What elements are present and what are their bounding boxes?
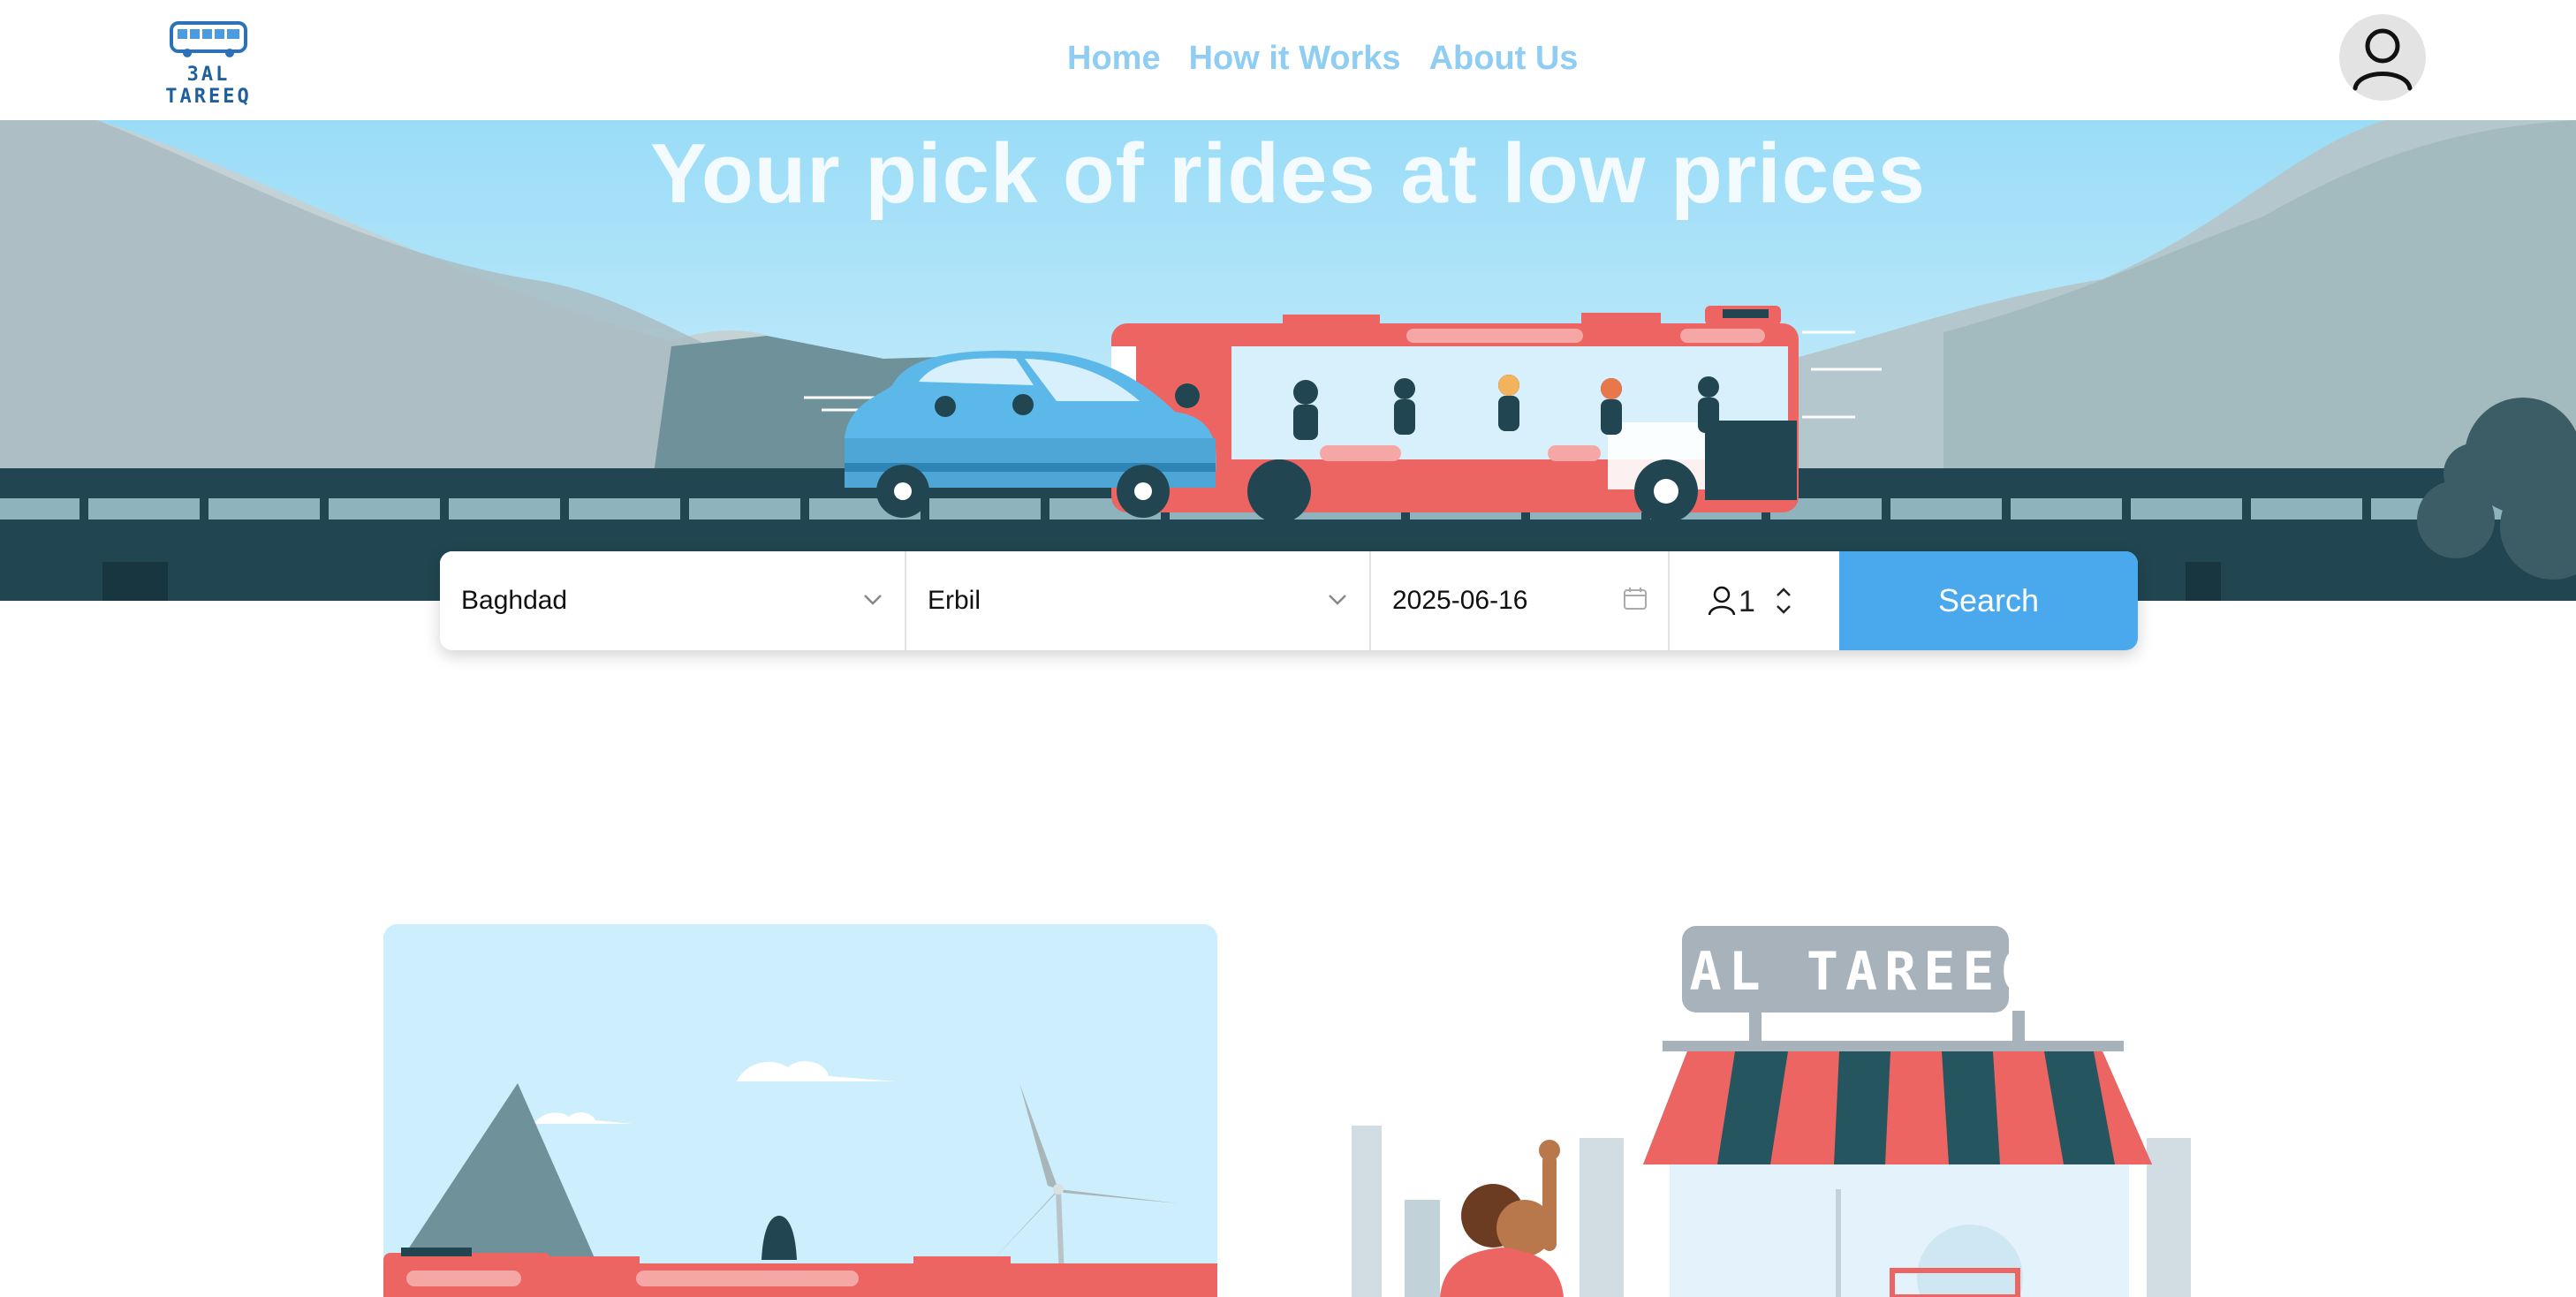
origin-select[interactable]: Baghdad xyxy=(440,551,906,650)
bus-station-illustration: 3AL TAREEQ xyxy=(1352,924,2200,1297)
date-value: 2025-06-16 xyxy=(1392,586,1528,615)
main-nav: Home How it Works About Us xyxy=(1067,32,1578,85)
nav-about-us-link[interactable]: About Us xyxy=(1429,40,1579,78)
user-icon xyxy=(2352,28,2413,91)
landscape-illustration xyxy=(383,924,1217,1297)
person-icon xyxy=(1708,586,1736,616)
logo[interactable]: 3AL TAREEQ xyxy=(148,19,269,108)
landscape-bus-image xyxy=(383,924,1217,1297)
passenger-count-input[interactable]: 1 xyxy=(1670,551,1839,650)
destination-select[interactable]: Erbil xyxy=(906,551,1371,650)
destination-value: Erbil xyxy=(928,586,981,615)
chevron-down-icon xyxy=(1329,595,1346,605)
chevron-down-icon xyxy=(864,595,882,605)
calendar-icon[interactable] xyxy=(1622,585,1648,611)
stepper-arrows-icon[interactable] xyxy=(1772,581,1795,620)
date-input[interactable]: 2025-06-16 xyxy=(1371,551,1670,650)
station-image: 3AL TAREEQ xyxy=(1352,926,2191,1297)
hero-title: Your pick of rides at low prices xyxy=(650,126,1926,221)
passenger-count-value: 1 xyxy=(1739,585,1755,618)
store-sign-text: 3AL TAREEQ xyxy=(1650,941,2040,1003)
user-avatar-button[interactable] xyxy=(2339,14,2426,101)
search-button[interactable]: Search xyxy=(1839,551,2138,650)
nav-home-link[interactable]: Home xyxy=(1067,40,1161,78)
top-header: 3AL TAREEQ Home How it Works About Us xyxy=(0,0,2576,120)
origin-value: Baghdad xyxy=(461,586,568,615)
ride-search-form: Baghdad Erbil 2025-06-16 1 Search xyxy=(440,551,2138,650)
hero-banner: Your pick of rides at low prices xyxy=(0,120,2576,601)
bus-logo-icon xyxy=(170,21,247,57)
nav-how-it-works-link[interactable]: How it Works xyxy=(1189,40,1401,78)
logo-text: 3AL TAREEQ xyxy=(165,64,252,108)
